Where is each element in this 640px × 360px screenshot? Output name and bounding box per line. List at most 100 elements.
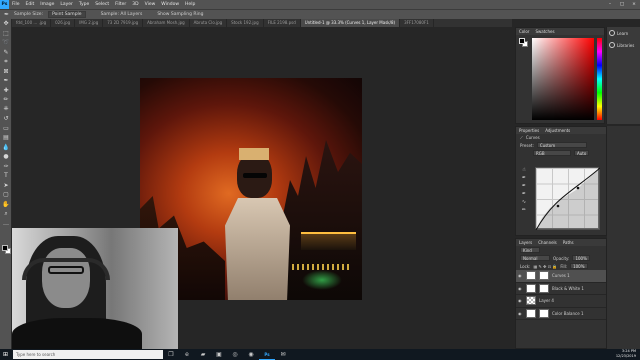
brush-tool-icon[interactable]: ✏ — [0, 95, 12, 105]
doc-tab[interactable]: IMG 2.jpg — [75, 19, 104, 27]
lasso-tool-icon[interactable]: ➰ — [0, 38, 12, 48]
windows-start-icon[interactable]: ⊞ — [0, 349, 11, 360]
layer-row[interactable]: ◉ Black & White 1 — [516, 283, 606, 295]
pen-tool-icon[interactable]: ✑ — [0, 162, 12, 172]
channel-select[interactable]: RGB — [533, 150, 571, 156]
target-adjust-icon[interactable]: ☝ — [519, 167, 529, 175]
curves-graph[interactable] — [535, 167, 601, 231]
menu-type[interactable]: Type — [76, 2, 92, 7]
preset-select[interactable]: Custom — [536, 142, 587, 148]
doc-tab[interactable]: 026.jpg — [51, 19, 76, 27]
mail-icon[interactable]: ✉ — [275, 349, 291, 360]
layer-mask-thumbnail[interactable] — [539, 283, 549, 293]
menu-select[interactable]: Select — [92, 2, 112, 7]
tab-properties[interactable]: Properties — [519, 127, 539, 134]
curve-point-icon[interactable]: ∿ — [519, 199, 529, 207]
eyedropper-tool-icon[interactable]: ✒ — [4, 11, 9, 18]
eyedropper-icon[interactable]: ✒ — [0, 76, 12, 86]
sample-layers-label[interactable]: Sample: All Layers — [101, 12, 143, 17]
menu-image[interactable]: Image — [37, 2, 57, 7]
file-explorer-icon[interactable]: ▰ — [195, 349, 211, 360]
tab-color[interactable]: Color — [519, 28, 529, 35]
visibility-eye-icon[interactable]: ◉ — [518, 273, 523, 278]
doc-tab[interactable]: Abraham Mosh.jpg — [143, 19, 190, 27]
visibility-eye-icon[interactable]: ◉ — [518, 286, 523, 291]
hue-slider[interactable] — [597, 38, 602, 120]
edge-icon[interactable]: e — [179, 349, 195, 360]
menu-layer[interactable]: Layer — [57, 2, 76, 7]
blur-tool-icon[interactable]: 💧 — [0, 143, 12, 153]
lock-icons[interactable]: ▦ ✎ ✥ ⊡ 🔒 — [533, 264, 557, 269]
obs-icon[interactable]: ◉ — [243, 349, 259, 360]
layer-mask-thumbnail[interactable] — [539, 308, 549, 318]
taskbar-search-input[interactable]: Type here to search — [13, 350, 163, 359]
marquee-tool-icon[interactable]: ⬚ — [0, 29, 12, 39]
clone-stamp-icon[interactable]: ⎈ — [0, 105, 12, 115]
system-clock[interactable]: 3:24 PM 12/23/2019 — [616, 349, 636, 359]
shape-tool-icon[interactable]: ▢ — [0, 190, 12, 200]
foreground-color-swatch[interactable] — [2, 245, 8, 251]
doc-tab[interactable]: Stock 192.jpg — [227, 19, 264, 27]
color-picker-field[interactable] — [532, 38, 594, 120]
menu-filter[interactable]: Filter — [112, 2, 129, 7]
layer-row[interactable]: ◉ Curves 1 — [516, 270, 606, 283]
sampling-ring-checkbox[interactable]: Show Sampling Ring — [157, 12, 203, 17]
doc-tab[interactable]: FILE 2198.psd — [264, 19, 301, 27]
hand-tool-icon[interactable]: ✋ — [0, 200, 12, 210]
minimize-icon[interactable]: – — [604, 0, 616, 9]
layer-mask-thumbnail[interactable] — [539, 271, 549, 281]
tab-paths[interactable]: Paths — [563, 239, 574, 246]
type-tool-icon[interactable]: T — [0, 171, 12, 181]
learn-button[interactable]: Learn — [607, 27, 640, 39]
doc-tab-active[interactable]: Untitled-1 @ 33.3% (Curves 1, Layer Mask… — [300, 19, 401, 27]
layer-row[interactable]: ◉ Color Balance 1 — [516, 308, 606, 320]
doc-tab[interactable]: Abruta Clo.jpg — [190, 19, 228, 27]
tab-layers[interactable]: Layers — [519, 239, 532, 246]
blend-mode-select[interactable]: Normal — [520, 255, 550, 261]
layer-filter-kind[interactable]: Kind — [520, 247, 540, 253]
more-tools-icon[interactable]: … — [0, 219, 12, 229]
healing-brush-icon[interactable]: ✚ — [0, 86, 12, 96]
black-point-eyedropper-icon[interactable]: ✒ — [519, 175, 529, 183]
doc-tab[interactable]: fdd_100 … .jpg — [12, 19, 52, 27]
curve-line[interactable] — [535, 167, 601, 231]
menu-edit[interactable]: Edit — [23, 2, 38, 7]
frame-tool-icon[interactable]: ⊠ — [0, 67, 12, 77]
libraries-button[interactable]: Libraries — [607, 39, 640, 51]
maximize-icon[interactable]: □ — [616, 0, 628, 9]
chrome-icon[interactable]: ◎ — [227, 349, 243, 360]
menu-file[interactable]: File — [9, 2, 23, 7]
dodge-tool-icon[interactable]: ● — [0, 152, 12, 162]
gray-point-eyedropper-icon[interactable]: ✒ — [519, 183, 529, 191]
fill-input[interactable]: 100% — [570, 263, 588, 269]
history-brush-icon[interactable]: ↺ — [0, 114, 12, 124]
tab-channels[interactable]: Channels — [538, 239, 557, 246]
move-tool-icon[interactable]: ✥ — [0, 19, 12, 29]
menu-help[interactable]: Help — [182, 2, 198, 7]
layer-row[interactable]: ◉ Layer 4 — [516, 295, 606, 308]
doc-tab[interactable]: 73 2D 7919.jpg — [103, 19, 144, 27]
quick-select-tool-icon[interactable]: ✎ — [0, 48, 12, 58]
doc-tab[interactable]: 3FF17080F1 — [400, 19, 434, 27]
pencil-curve-icon[interactable]: ✏ — [519, 207, 529, 215]
crop-tool-icon[interactable]: ⌗ — [0, 57, 12, 67]
foreground-color-chip[interactable] — [519, 38, 525, 44]
close-icon[interactable]: × — [628, 0, 640, 9]
menu-3d[interactable]: 3D — [129, 2, 141, 7]
visibility-eye-icon[interactable]: ◉ — [518, 311, 523, 316]
menu-view[interactable]: View — [142, 2, 159, 7]
gradient-tool-icon[interactable]: ▤ — [0, 133, 12, 143]
white-point-eyedropper-icon[interactable]: ✒ — [519, 191, 529, 199]
sample-size-select[interactable]: Point Sample — [48, 11, 86, 18]
visibility-eye-icon[interactable]: ◉ — [518, 298, 523, 303]
photoshop-taskbar-icon[interactable]: Ps — [259, 349, 275, 360]
opacity-input[interactable]: 100% — [572, 255, 590, 261]
menu-window[interactable]: Window — [158, 2, 182, 7]
tab-adjustments[interactable]: Adjustments — [545, 127, 570, 134]
path-select-icon[interactable]: ➤ — [0, 181, 12, 191]
tab-swatches[interactable]: Swatches — [535, 28, 554, 35]
zoom-tool-icon[interactable]: ⌕ — [0, 209, 12, 219]
task-view-icon[interactable]: ❐ — [163, 349, 179, 360]
auto-button[interactable]: Auto — [574, 150, 590, 156]
store-icon[interactable]: ▣ — [211, 349, 227, 360]
